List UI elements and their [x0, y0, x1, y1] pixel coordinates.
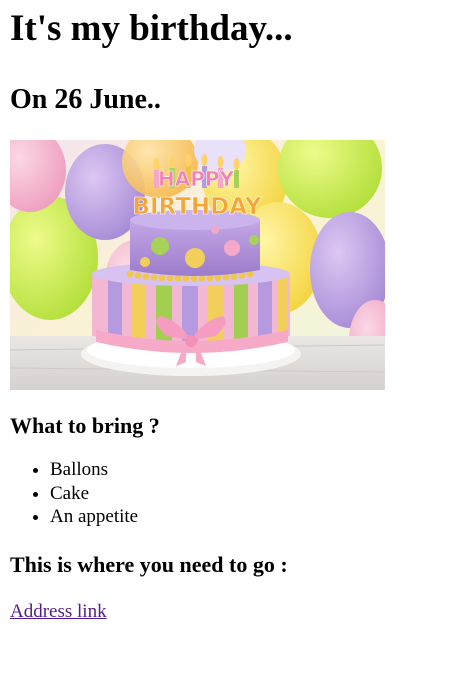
address-link[interactable]: Address link: [10, 600, 107, 623]
page-title: It's my birthday...: [10, 8, 293, 49]
svg-text:BIRTHDAY: BIRTHDAY: [132, 194, 261, 220]
bring-list: Ballons Cake An appetite: [10, 458, 453, 529]
list-item: Cake: [50, 482, 453, 506]
svg-text:HAPPY: HAPPY: [158, 167, 235, 191]
birthday-cake-image: HAPPY BIRTHDAY: [10, 140, 385, 390]
bring-heading: What to bring ?: [10, 413, 160, 438]
list-item: Ballons: [50, 458, 453, 482]
date-heading: On 26 June..: [10, 84, 161, 115]
list-item: An appetite: [50, 505, 453, 529]
where-heading: This is where you need to go :: [10, 551, 288, 577]
page-content: It's my birthday... On 26 June.. HAPPY B…: [0, 8, 463, 623]
